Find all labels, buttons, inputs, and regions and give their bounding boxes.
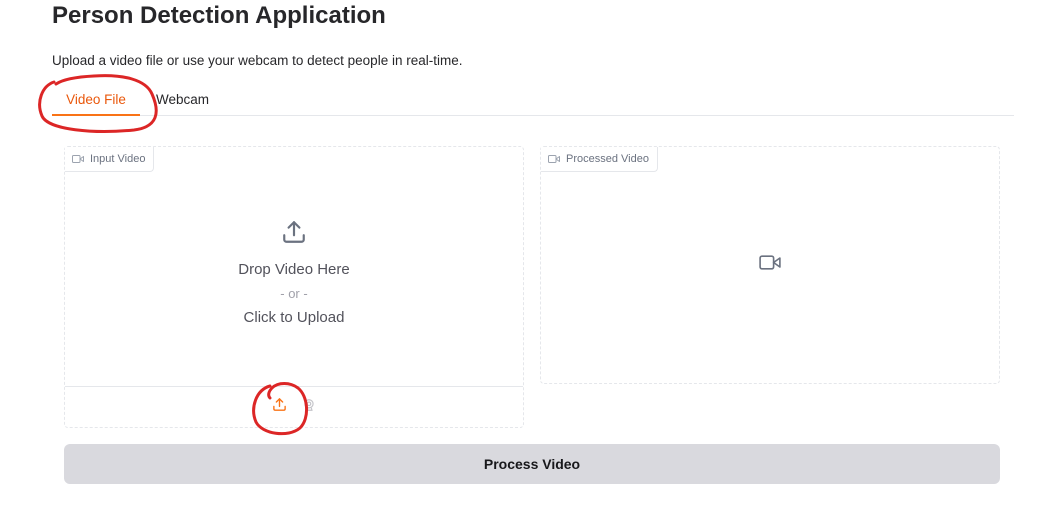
drop-video-text: Drop Video Here	[238, 260, 350, 278]
processed-video-label-text: Processed Video	[566, 153, 649, 165]
page-title: Person Detection Application	[52, 2, 386, 29]
input-video-label-text: Input Video	[90, 153, 146, 165]
page-subtitle: Upload a video file or use your webcam t…	[52, 53, 463, 68]
upload-icon	[281, 219, 307, 250]
process-video-button[interactable]: Process Video	[64, 444, 1000, 484]
tab-webcam[interactable]: Webcam	[156, 84, 209, 115]
input-video-label: Input Video	[65, 147, 155, 172]
input-video-panel: Drop Video Here - or - Click to Upload I…	[64, 146, 524, 428]
processed-video-label: Processed Video	[541, 147, 658, 172]
video-camera-icon	[759, 254, 781, 277]
click-to-upload-text: Click to Upload	[243, 308, 345, 326]
input-source-toolbar	[65, 386, 523, 427]
webcam-icon	[302, 398, 316, 417]
processed-video-panel: Processed Video	[540, 146, 1000, 384]
tab-bar: Video File Webcam	[52, 84, 1014, 116]
upload-icon	[272, 397, 287, 417]
video-camera-icon	[548, 154, 560, 164]
tab-video-file[interactable]: Video File	[52, 84, 140, 116]
upload-source-button[interactable]	[268, 396, 290, 418]
or-separator: - or -	[280, 285, 308, 301]
webcam-source-button[interactable]	[298, 396, 320, 418]
video-camera-icon	[72, 154, 84, 164]
video-drop-zone[interactable]: Drop Video Here - or - Click to Upload	[65, 147, 523, 387]
